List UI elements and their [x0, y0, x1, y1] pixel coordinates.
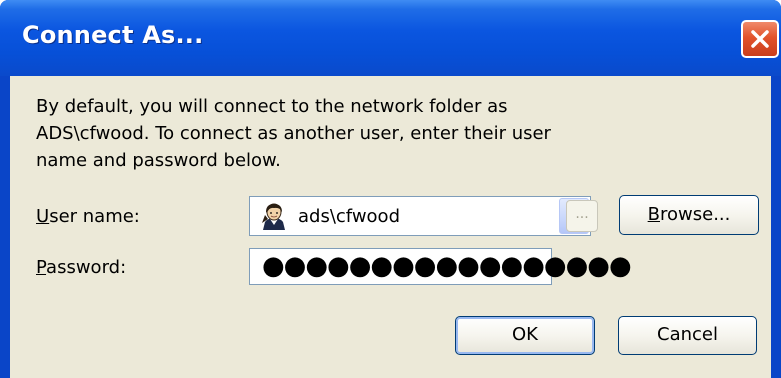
ellipsis-button[interactable]: ...: [566, 200, 598, 232]
browse-button-accel: B: [647, 204, 660, 225]
user-name-value[interactable]: ads\cfwood: [298, 206, 400, 227]
browse-button-label: rowse...: [660, 204, 731, 225]
user-name-combobox[interactable]: ads\cfwood: [249, 196, 591, 236]
user-name-label-text: ser name:: [49, 206, 140, 227]
password-field[interactable]: ●●●●●●●●●●●●●●●●●: [249, 248, 632, 285]
cancel-button[interactable]: Cancel: [618, 316, 757, 355]
info-message-line: ADS\cfwood. To connect as another user, …: [36, 123, 551, 144]
password-label: Password:: [36, 257, 126, 278]
info-message-line: name and password below.: [36, 150, 281, 171]
title-bar[interactable]: Connect As...: [0, 0, 781, 76]
connect-as-dialog: Connect As... By default, you will conne…: [0, 0, 781, 378]
info-message: By default, you will connect to the netw…: [36, 93, 636, 174]
user-icon: [259, 203, 289, 235]
close-icon: [751, 30, 769, 48]
close-button[interactable]: [741, 20, 779, 58]
password-label-text: assword:: [46, 257, 127, 278]
user-name-label: User name:: [36, 206, 140, 227]
user-name-label-accel: U: [36, 206, 50, 227]
dialog-title: Connect As...: [22, 21, 204, 49]
password-masked-value: ●●●●●●●●●●●●●●●●●: [262, 251, 632, 281]
password-label-accel: P: [36, 257, 47, 278]
ok-button[interactable]: OK: [455, 316, 595, 355]
browse-button[interactable]: Browse...: [619, 195, 759, 235]
dialog-body: By default, you will connect to the netw…: [10, 76, 771, 378]
info-message-line: By default, you will connect to the netw…: [36, 96, 508, 117]
